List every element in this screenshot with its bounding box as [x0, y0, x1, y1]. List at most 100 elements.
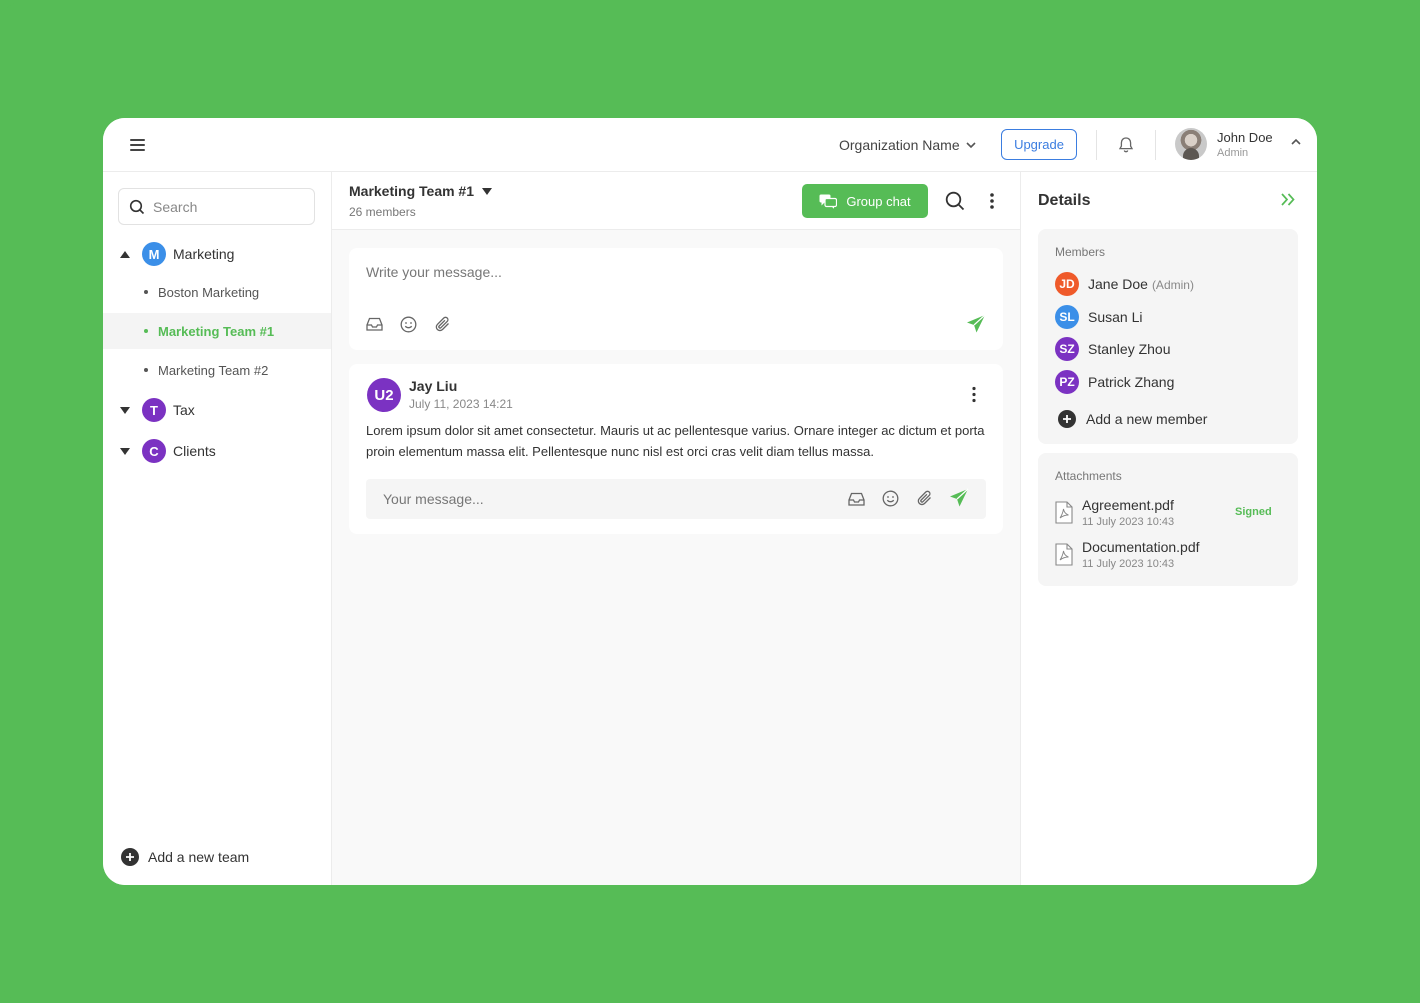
inbox-icon[interactable]: [848, 492, 865, 506]
message-timestamp: July 11, 2023 14:21: [409, 397, 513, 411]
add-team-label: Add a new team: [148, 849, 250, 865]
chevrons-right-icon[interactable]: [1281, 193, 1295, 206]
member-item[interactable]: JD Jane Doe (Admin): [1055, 272, 1194, 296]
sidebar-subitem-marketing-team-1[interactable]: Marketing Team #1: [103, 313, 331, 349]
user-name: John Doe: [1217, 130, 1273, 145]
attachment-item[interactable]: Documentation.pdf 11 July 2023 10:43: [1055, 539, 1200, 570]
search-icon[interactable]: [945, 191, 965, 211]
divider: [1155, 130, 1156, 160]
signed-badge: Signed: [1235, 506, 1272, 518]
message-input[interactable]: [366, 264, 966, 280]
sidebar-item-label: Marketing: [173, 246, 235, 262]
divider: [1096, 130, 1097, 160]
send-icon[interactable]: [949, 488, 969, 508]
details-title: Details: [1038, 192, 1091, 209]
sidebar-item-tax[interactable]: T Tax: [120, 398, 195, 422]
member-count: 26 members: [349, 205, 416, 219]
member-name: Susan Li: [1088, 309, 1143, 325]
app-window: Organization Name Upgrade John Doe Admin…: [103, 118, 1317, 885]
attachment-date: 11 July 2023 10:43: [1082, 558, 1175, 570]
organization-name: Organization Name: [839, 137, 960, 153]
search-icon: [129, 199, 145, 214]
member-avatar: SL: [1055, 305, 1079, 329]
message-author: Jay Liu: [409, 378, 458, 394]
bullet: [144, 329, 148, 333]
more-vertical-icon[interactable]: [989, 192, 995, 210]
caret-down-icon: [482, 187, 493, 195]
sidebar-subitem-label: Marketing Team #1: [158, 323, 275, 339]
team-avatar: T: [142, 398, 166, 422]
top-bar: Organization Name Upgrade John Doe Admin: [103, 118, 1317, 172]
member-avatar: PZ: [1055, 370, 1079, 394]
sidebar-item-marketing[interactable]: M Marketing: [120, 242, 234, 266]
bell-icon[interactable]: [1117, 136, 1135, 159]
send-icon[interactable]: [966, 314, 986, 334]
sidebar-subitem-label: Boston Marketing: [158, 284, 260, 300]
member-avatar: JD: [1055, 272, 1079, 296]
attachment-name: Documentation.pdf: [1082, 539, 1200, 555]
caret-up-icon[interactable]: [120, 249, 130, 259]
attachment-date: 11 July 2023 10:43: [1082, 516, 1175, 528]
chevron-down-icon: [966, 141, 976, 148]
emoji-icon[interactable]: [882, 490, 899, 507]
plus-circle-icon: [121, 848, 139, 866]
sidebar-subitem-boston-marketing[interactable]: Boston Marketing: [103, 274, 331, 310]
reply-input[interactable]: [383, 491, 823, 507]
team-avatar: M: [142, 242, 166, 266]
paperclip-icon[interactable]: [916, 489, 933, 507]
sidebar: M Marketing Boston Marketing Marketing T…: [103, 172, 332, 885]
emoji-icon[interactable]: [400, 316, 417, 333]
add-team-button[interactable]: Add a new team: [121, 848, 249, 866]
user-avatar[interactable]: [1175, 128, 1207, 160]
sidebar-item-label: Clients: [173, 443, 216, 459]
plus-circle-icon: [1058, 410, 1076, 428]
chat-bubbles-icon: [819, 194, 838, 209]
team-selector[interactable]: Marketing Team #1: [349, 183, 493, 199]
paperclip-icon[interactable]: [434, 315, 451, 333]
member-item[interactable]: SL Susan Li: [1055, 305, 1142, 329]
attachments-title: Attachments: [1055, 469, 1122, 483]
bullet: [144, 290, 148, 294]
organization-selector[interactable]: Organization Name: [839, 137, 976, 153]
more-vertical-icon[interactable]: [971, 386, 977, 403]
members-card: Members JD Jane Doe (Admin) SL Susan Li S…: [1038, 229, 1298, 444]
search-box[interactable]: [118, 188, 315, 225]
sidebar-item-label: Tax: [173, 402, 195, 418]
search-input[interactable]: [153, 198, 303, 215]
attachment-item[interactable]: Agreement.pdf 11 July 2023 10:43: [1055, 497, 1174, 528]
add-member-button[interactable]: Add a new member: [1058, 410, 1207, 428]
attachment-name: Agreement.pdf: [1082, 497, 1174, 513]
chat-header: Marketing Team #1 26 members Group chat: [332, 172, 1020, 230]
sidebar-subitem-label: Marketing Team #2: [158, 362, 269, 378]
message-card: U2 Jay Liu July 11, 2023 14:21 Lorem ips…: [349, 364, 1003, 534]
message-body: Lorem ipsum dolor sit amet consectetur. …: [366, 423, 985, 459]
chevron-up-icon[interactable]: [1291, 138, 1301, 145]
caret-down-icon[interactable]: [120, 405, 130, 415]
member-avatar: SZ: [1055, 337, 1079, 361]
caret-down-icon[interactable]: [120, 446, 130, 456]
members-title: Members: [1055, 245, 1106, 259]
group-chat-label: Group chat: [846, 193, 911, 209]
sidebar-item-clients[interactable]: C Clients: [120, 439, 216, 463]
team-name: Marketing Team #1: [349, 183, 475, 199]
member-name: Patrick Zhang: [1088, 374, 1175, 390]
inbox-icon[interactable]: [366, 317, 383, 331]
add-member-label: Add a new member: [1086, 411, 1208, 427]
user-role: Admin: [1217, 147, 1249, 159]
compose-box: [349, 248, 1003, 350]
member-role: (Admin): [1151, 278, 1194, 292]
pdf-file-icon: [1055, 543, 1073, 566]
attachments-card: Attachments Agreement.pdf 11 July 2023 1…: [1038, 453, 1298, 586]
sidebar-subitem-marketing-team-2[interactable]: Marketing Team #2: [103, 352, 331, 388]
member-item[interactable]: PZ Patrick Zhang: [1055, 370, 1174, 394]
chat-panel: Marketing Team #1 26 members Group chat …: [332, 172, 1020, 885]
group-chat-button[interactable]: Group chat: [802, 184, 928, 218]
member-name: Jane Doe: [1088, 276, 1148, 292]
author-avatar: U2: [367, 378, 401, 412]
member-name: Stanley Zhou: [1088, 341, 1171, 357]
bullet: [144, 368, 148, 372]
member-item[interactable]: SZ Stanley Zhou: [1055, 337, 1171, 361]
upgrade-button[interactable]: Upgrade: [1001, 129, 1077, 160]
details-panel: Details Members JD Jane Doe (Admin) SL Su…: [1020, 172, 1317, 885]
menu-icon[interactable]: [130, 139, 145, 152]
